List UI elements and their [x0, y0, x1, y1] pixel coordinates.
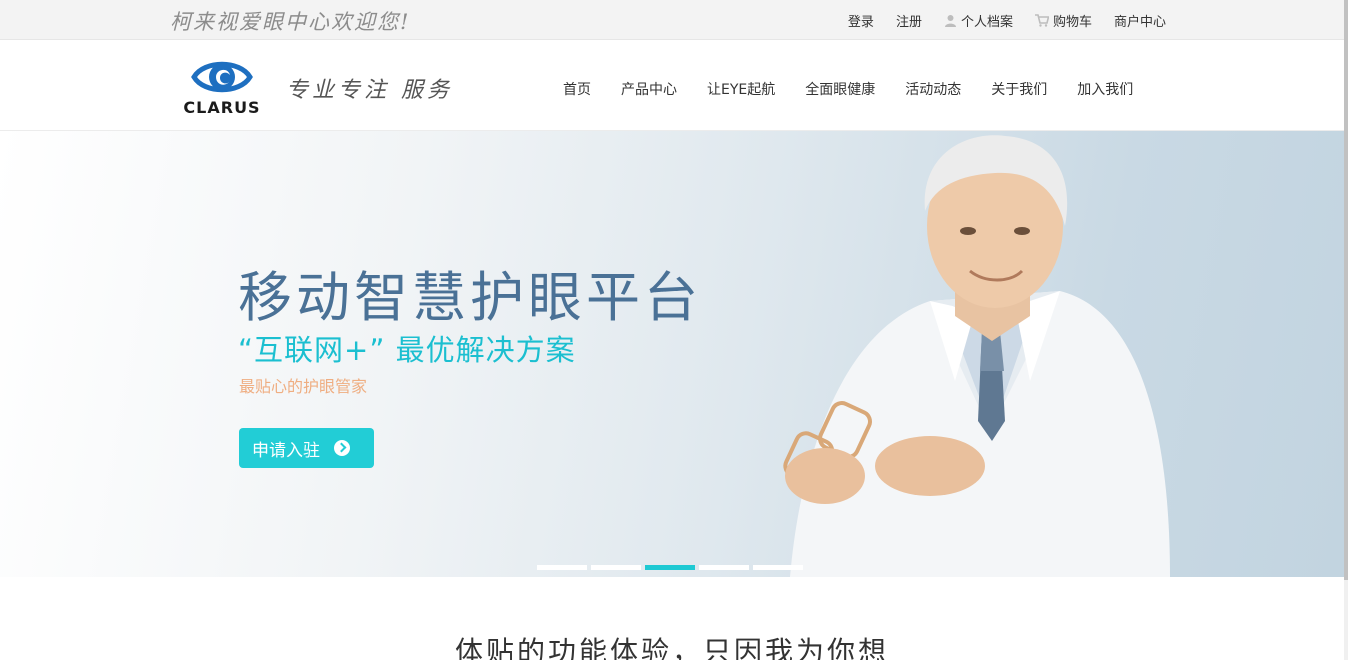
login-link[interactable]: 登录	[848, 11, 874, 30]
nav-item-join[interactable]: 加入我们	[1062, 79, 1148, 99]
eye-logo-icon	[191, 61, 253, 93]
register-label: 注册	[895, 15, 922, 30]
clarus-logo[interactable]: CLARUS	[172, 54, 272, 118]
main-header: CLARUS 专业专注 服务 首页 产品中心 让EYE起航 全面眼健康 活动动态…	[0, 40, 1344, 131]
carousel-dot[interactable]	[699, 565, 749, 570]
merchant-center-label: 商户中心	[1113, 15, 1166, 30]
nav-item-events[interactable]: 活动动态	[890, 79, 976, 99]
hero-subtitle: “互联网+” 最优解决方案	[238, 333, 576, 367]
user-icon	[944, 15, 956, 27]
hero-tagline: 最贴心的护眼管家	[239, 377, 368, 396]
page: 柯来视爱眼中心欢迎您! 登录 注册 个人档案 购物车 商户中心 CLARUS 专…	[0, 0, 1348, 660]
slogan-text: 专业专注 服务	[286, 78, 453, 103]
carousel-dot[interactable]	[537, 565, 587, 570]
nav-item-home[interactable]: 首页	[548, 79, 606, 99]
carousel-dot[interactable]	[591, 565, 641, 570]
top-bar: 柯来视爱眼中心欢迎您! 登录 注册 个人档案 购物车 商户中心	[0, 0, 1344, 40]
cart-icon	[1034, 14, 1049, 27]
apply-join-button[interactable]: 申请入驻	[239, 428, 374, 468]
welcome-text: 柯来视爱眼中心欢迎您!	[170, 10, 411, 34]
arrow-right-circle-icon	[334, 440, 350, 456]
cart-label: 购物车	[1052, 15, 1092, 30]
merchant-center-link[interactable]: 商户中心	[1114, 11, 1166, 30]
main-nav: 首页 产品中心 让EYE起航 全面眼健康 活动动态 关于我们 加入我们	[548, 79, 1148, 99]
page-scrollbar[interactable]	[1344, 0, 1348, 660]
doctor-illustration	[783, 135, 1170, 577]
section-title: 体贴的功能体验，只因我为你想	[454, 635, 889, 660]
profile-link[interactable]: 个人档案	[944, 11, 1013, 30]
register-link[interactable]: 注册	[896, 11, 922, 30]
profile-label: 个人档案	[960, 15, 1013, 30]
carousel-dot[interactable]	[753, 565, 803, 570]
login-label: 登录	[847, 15, 874, 30]
nav-item-eye-launch[interactable]: 让EYE起航	[692, 79, 790, 99]
logo-wordmark: CLARUS	[183, 98, 261, 117]
carousel-indicators	[537, 565, 803, 570]
scrollbar-thumb[interactable]	[1344, 0, 1348, 580]
nav-item-products[interactable]: 产品中心	[606, 79, 692, 99]
apply-join-label: 申请入驻	[252, 440, 320, 461]
carousel-dot-active[interactable]	[645, 565, 695, 570]
hero-banner[interactable]: 移动智慧护眼平台 “互联网+” 最优解决方案 最贴心的护眼管家 申请入驻	[0, 131, 1344, 577]
hero-title: 移动智慧护眼平台	[238, 266, 702, 329]
top-links: 登录 注册 个人档案 购物车 商户中心	[826, 11, 1166, 30]
nav-item-about[interactable]: 关于我们	[976, 79, 1062, 99]
nav-item-eye-health[interactable]: 全面眼健康	[790, 79, 890, 99]
cart-link[interactable]: 购物车	[1034, 11, 1092, 30]
